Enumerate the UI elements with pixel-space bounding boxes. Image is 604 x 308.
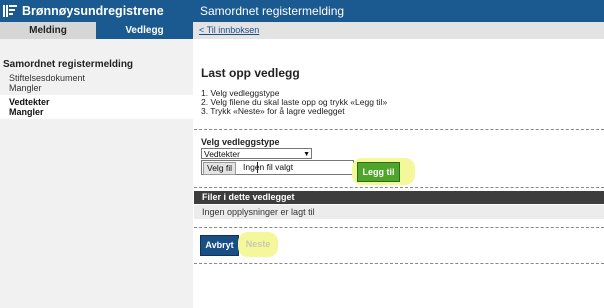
instructions: 1. Velg vedleggstype 2. Velg filene du s… — [201, 89, 387, 116]
cancel-button[interactable]: Avbryt — [200, 235, 239, 256]
sidebar-title: Samordnet registermelding — [3, 59, 134, 70]
files-header: Filer i dette vedlegget — [194, 191, 604, 204]
brand-name: Brønnøysundregistrene — [22, 4, 164, 18]
divider — [194, 187, 604, 188]
sidebar-item-status: Mangler — [9, 83, 42, 93]
sidebar-item-label: Vedtekter — [9, 97, 50, 107]
header-bar: Samordnet registermelding — [193, 0, 604, 22]
divider — [194, 129, 604, 130]
tab-melding[interactable]: Melding — [0, 22, 96, 39]
back-to-inbox-link[interactable]: < Til innboksen — [199, 25, 259, 35]
sidebar-item-status: Mangler — [9, 107, 44, 117]
sidebar-item-vedtekter[interactable]: Vedtekter Mangler — [0, 95, 193, 119]
brand-bar: Brønnøysundregistrene — [0, 0, 193, 22]
choose-file-button[interactable]: Velg fil — [203, 162, 237, 175]
files-empty-message: Ingen opplysninger er lagt til — [194, 205, 604, 219]
instruction-step: 3. Trykk «Neste» for å lagre vedlegget — [201, 106, 345, 116]
file-input[interactable]: Velg fil Ingen fil valgt — [201, 160, 354, 175]
attachment-type-label: Velg vedleggstype — [201, 137, 280, 147]
registry-logo-icon — [3, 5, 17, 17]
tab-vedlegg[interactable]: Vedlegg — [96, 22, 193, 39]
text-cursor-icon — [257, 162, 258, 173]
divider — [194, 227, 604, 228]
divider — [194, 263, 604, 264]
sidebar-item-label: Stiftelsesdokument — [9, 73, 86, 83]
chevron-down-icon: ▼ — [303, 151, 310, 158]
upload-heading: Last opp vedlegg — [201, 66, 300, 80]
attachment-type-value: Vedtekter — [204, 149, 240, 159]
sidebar-item-stiftelsesdokument[interactable]: Stiftelsesdokument Mangler — [9, 73, 193, 93]
page-title: Samordnet registermelding — [200, 4, 345, 18]
add-file-button[interactable]: Legg til — [357, 162, 400, 182]
sidebar — [0, 0, 193, 308]
attachment-type-select[interactable]: Vedtekter ▼ — [201, 148, 312, 159]
file-status: Ingen fil valgt — [243, 162, 294, 172]
breadcrumb: < Til innboksen — [193, 22, 604, 39]
next-button[interactable]: Neste — [241, 235, 275, 254]
